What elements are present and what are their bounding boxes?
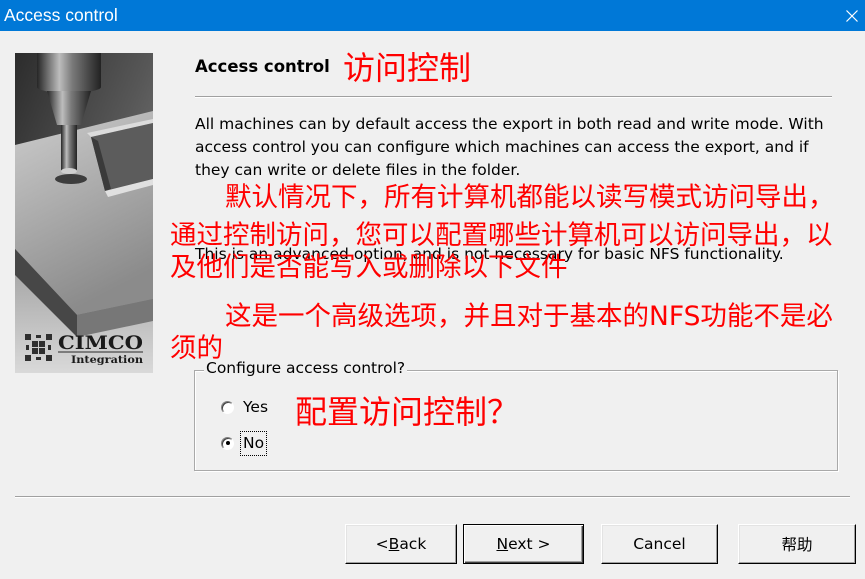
close-button[interactable]: [838, 0, 865, 31]
header-divider: [195, 96, 832, 98]
page-title-annotation: 访问控制: [343, 49, 472, 87]
close-icon: [845, 9, 858, 22]
back-button[interactable]: < Back: [345, 524, 457, 564]
title-bar[interactable]: Access control: [0, 0, 865, 31]
option-yes-label[interactable]: Yes: [241, 396, 270, 419]
cut-hole: [55, 174, 87, 184]
option-no[interactable]: No: [221, 430, 268, 456]
cancel-button[interactable]: Cancel: [601, 524, 718, 564]
option-no-label[interactable]: No: [239, 430, 268, 456]
annotation-line: 及他们是否能写入或删除以下文件: [170, 252, 568, 283]
annotation-line: 这是一个高级选项，并且对于基本的NFS功能不是必: [225, 301, 833, 332]
group-annotation: 配置访问控制？: [295, 393, 520, 431]
group-label: Configure access control?: [204, 359, 408, 378]
next-button[interactable]: Next >: [463, 524, 584, 564]
option-yes[interactable]: Yes: [221, 395, 270, 419]
page-title: Access control: [195, 57, 330, 76]
logo-tagline: Integration: [71, 355, 144, 366]
intro-line: access control you can configure which m…: [195, 138, 809, 156]
radio-yes[interactable]: [221, 400, 234, 414]
window-title: Access control: [4, 5, 118, 25]
intro-text: All machines can by default access the e…: [195, 113, 824, 182]
wizard-side-image: CIMCO Integration: [15, 53, 153, 373]
logo-name: CIMCO: [58, 332, 143, 354]
access-control-dialog: Access control CIMCO Integration Access …: [0, 0, 865, 579]
annotation-line: 默认情况下，所有计算机都能以读写模式访问导出，: [225, 182, 835, 213]
intro-line: All machines can by default access the e…: [195, 115, 824, 133]
footer-divider: [15, 496, 850, 498]
annotation-line: 通过控制访问，您可以配置哪些计算机可以访问导出，以: [170, 220, 833, 251]
radio-no[interactable]: [221, 436, 234, 450]
intro-line: they can write or delete files in the fo…: [195, 161, 521, 179]
help-button[interactable]: 帮助: [738, 524, 856, 564]
